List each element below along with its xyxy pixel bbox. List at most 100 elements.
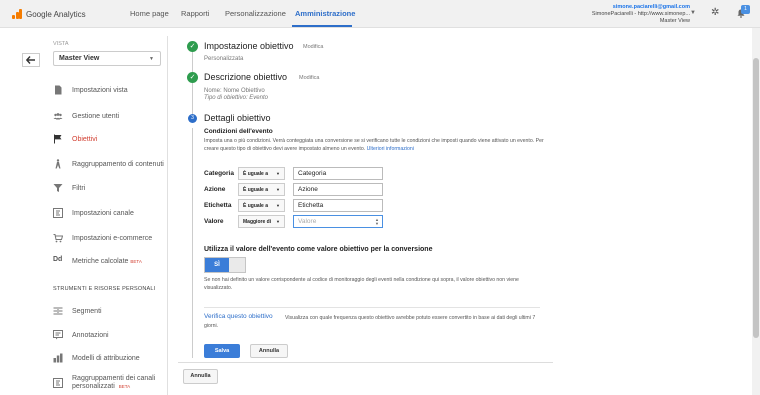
sidebar-item-annotations[interactable]: Annotazioni — [53, 328, 168, 342]
value-operator-select[interactable]: Maggiore di ▼ — [238, 215, 285, 228]
chevron-down-icon: ▼ — [276, 171, 280, 176]
label-operator-select[interactable]: È uguale a ▼ — [238, 199, 285, 212]
bottom-cancel-button[interactable]: Annulla — [183, 369, 218, 384]
view-select[interactable]: Master View ▼ — [53, 51, 161, 66]
account-email: simone.paciarelli@gmail.com — [612, 4, 690, 10]
step-goal-setup-title: Impostazione obiettivo — [204, 41, 294, 51]
edit-goal-description-link[interactable]: Modifica — [299, 75, 319, 81]
filter-icon — [53, 184, 63, 192]
category-input[interactable]: Categoria — [293, 167, 383, 180]
event-conditions-title: Condizioni dell'evento — [204, 128, 273, 135]
action-operator-select[interactable]: È uguale a ▼ — [238, 183, 285, 196]
sidebar-item-custom-channel-groupings[interactable]: Raggruppamenti dei canali personalizzati… — [53, 375, 168, 395]
admin-sidebar: VISTA Master View ▼ Impostazioni vista G… — [46, 36, 168, 395]
account-property: SimonePaciarelli - http://www.simonep... — [591, 11, 690, 17]
sidebar-item-segments[interactable]: Segmenti — [53, 304, 168, 318]
step-number-badge: 3 — [188, 114, 197, 123]
goal-setup-value: Personalizzata — [204, 56, 244, 62]
channel-group-icon — [53, 378, 63, 388]
app-title: Google Analytics — [26, 9, 86, 19]
sidebar-item-label: Raggruppamenti dei canali personalizzati — [72, 375, 156, 390]
account-selector[interactable]: simone.paciarelli@gmail.com SimonePaciar… — [592, 4, 690, 25]
divider — [178, 362, 553, 363]
beta-badge: BETA — [130, 258, 142, 264]
page-icon — [55, 85, 62, 95]
sidebar-item-content-grouping[interactable]: Raggruppamento di contenuti — [53, 157, 168, 171]
sidebar-item-label: Impostazioni vista — [72, 86, 128, 94]
sidebar-item-user-management[interactable]: Gestione utenti — [53, 109, 168, 123]
sidebar-item-label: Filtri — [72, 184, 86, 192]
account-view: Master View — [659, 18, 690, 24]
verify-goal-description: Visualizza con quale frequenza questo ob… — [204, 315, 536, 329]
scrollbar-thumb[interactable] — [753, 58, 759, 338]
edit-goal-setup-link[interactable]: Modifica — [303, 44, 323, 50]
category-operator-select[interactable]: È uguale a ▼ — [238, 167, 285, 180]
back-button[interactable] — [22, 53, 40, 67]
action-input[interactable]: Azione — [293, 183, 383, 196]
label-input[interactable]: Etichetta — [293, 199, 383, 212]
step-connector — [192, 128, 193, 358]
goal-type: Tipo di obiettivo: Evento — [204, 95, 268, 101]
sidebar-item-calculated-metrics[interactable]: Dd Metriche calcolate BETA — [53, 254, 168, 268]
notification-badge: 1 — [741, 5, 750, 14]
sidebar-item-label: Gestione utenti — [72, 112, 120, 120]
sidebar-item-view-settings[interactable]: Impostazioni vista — [53, 83, 168, 97]
divider — [204, 307, 540, 308]
sidebar-item-channel-settings[interactable]: Impostazioni canale — [53, 206, 168, 220]
chevron-down-icon: ▼ — [149, 56, 154, 62]
save-button[interactable]: Salva — [204, 344, 240, 358]
check-icon: ✓ — [187, 72, 198, 83]
analytics-logo-icon — [12, 9, 22, 19]
sidebar-item-label: Impostazioni canale — [72, 209, 134, 217]
view-label: VISTA — [53, 41, 69, 47]
sidebar-item-label: Raggruppamento di contenuti — [72, 160, 164, 168]
category-label: Categoria — [204, 170, 234, 177]
top-bar: Google Analytics Home page Rapporti Pers… — [0, 0, 760, 28]
person-walk-icon — [55, 159, 61, 169]
sidebar-item-label: Annotazioni — [72, 331, 109, 339]
sidebar-item-ecommerce[interactable]: Impostazioni e-commerce — [53, 231, 168, 245]
sidebar-item-label: Modelli di attribuzione — [72, 354, 140, 362]
operator-value: È uguale a — [243, 203, 269, 209]
sidebar-item-label: Impostazioni e-commerce — [72, 234, 153, 242]
flag-icon — [54, 134, 62, 144]
value-label: Valore — [204, 218, 224, 225]
check-icon: ✓ — [187, 41, 198, 52]
action-label: Azione — [204, 186, 226, 193]
google-analytics-logo[interactable]: Google Analytics — [12, 9, 86, 19]
nav-reports[interactable]: Rapporti — [181, 9, 209, 18]
view-select-value: Master View — [59, 55, 100, 62]
sidebar-item-label: Obiettivi — [72, 135, 98, 143]
value-input[interactable]: Valore ▲ ▼ — [293, 215, 383, 228]
use-event-value-description: Se non hai definito un valore corrispond… — [204, 277, 519, 291]
operator-value: È uguale a — [243, 187, 269, 193]
sidebar-item-goals[interactable]: Obiettivi — [53, 132, 168, 146]
learn-more-link[interactable]: Ulteriori informazioni — [367, 146, 414, 152]
bar-chart-icon — [53, 353, 63, 363]
channel-icon — [53, 208, 63, 218]
nav-home[interactable]: Home page — [130, 9, 169, 18]
event-conditions-description: Imposta una o più condizioni. Verrà cont… — [204, 137, 544, 153]
chevron-down-icon: ▼ — [276, 187, 280, 192]
gear-icon[interactable]: ✲ — [711, 7, 719, 18]
cancel-button[interactable]: Annulla — [250, 344, 288, 358]
goal-editor: ✓ Impostazione obiettivo Modifica Person… — [178, 36, 553, 395]
operator-value: È uguale a — [243, 171, 269, 177]
label-label: Etichetta — [204, 202, 232, 209]
goal-name: Nome: Nome Obiettivo — [204, 88, 265, 94]
use-event-value-toggle[interactable]: SÌ — [204, 257, 246, 273]
sidebar-item-label: Segmenti — [72, 307, 102, 315]
sidebar-item-filters[interactable]: Filtri — [53, 181, 168, 195]
nav-admin[interactable]: Amministrazione — [295, 9, 355, 18]
sidebar-item-text: Raggruppamenti dei canali personalizzati… — [72, 375, 162, 391]
active-nav-indicator — [292, 25, 352, 27]
arrow-left-icon — [25, 56, 35, 64]
beta-badge: BETA — [118, 384, 131, 389]
chevron-down-icon: ▼ — [276, 219, 280, 224]
sidebar-item-attribution-models[interactable]: Modelli di attribuzione — [53, 351, 168, 365]
use-event-value-title: Utilizza il valore dell'evento come valo… — [204, 246, 433, 253]
account-dropdown-icon[interactable]: ▼ — [690, 10, 696, 16]
number-spinner-icon[interactable]: ▲ ▼ — [375, 218, 379, 226]
cart-icon — [53, 234, 63, 243]
nav-customization[interactable]: Personalizzazione — [225, 9, 286, 18]
